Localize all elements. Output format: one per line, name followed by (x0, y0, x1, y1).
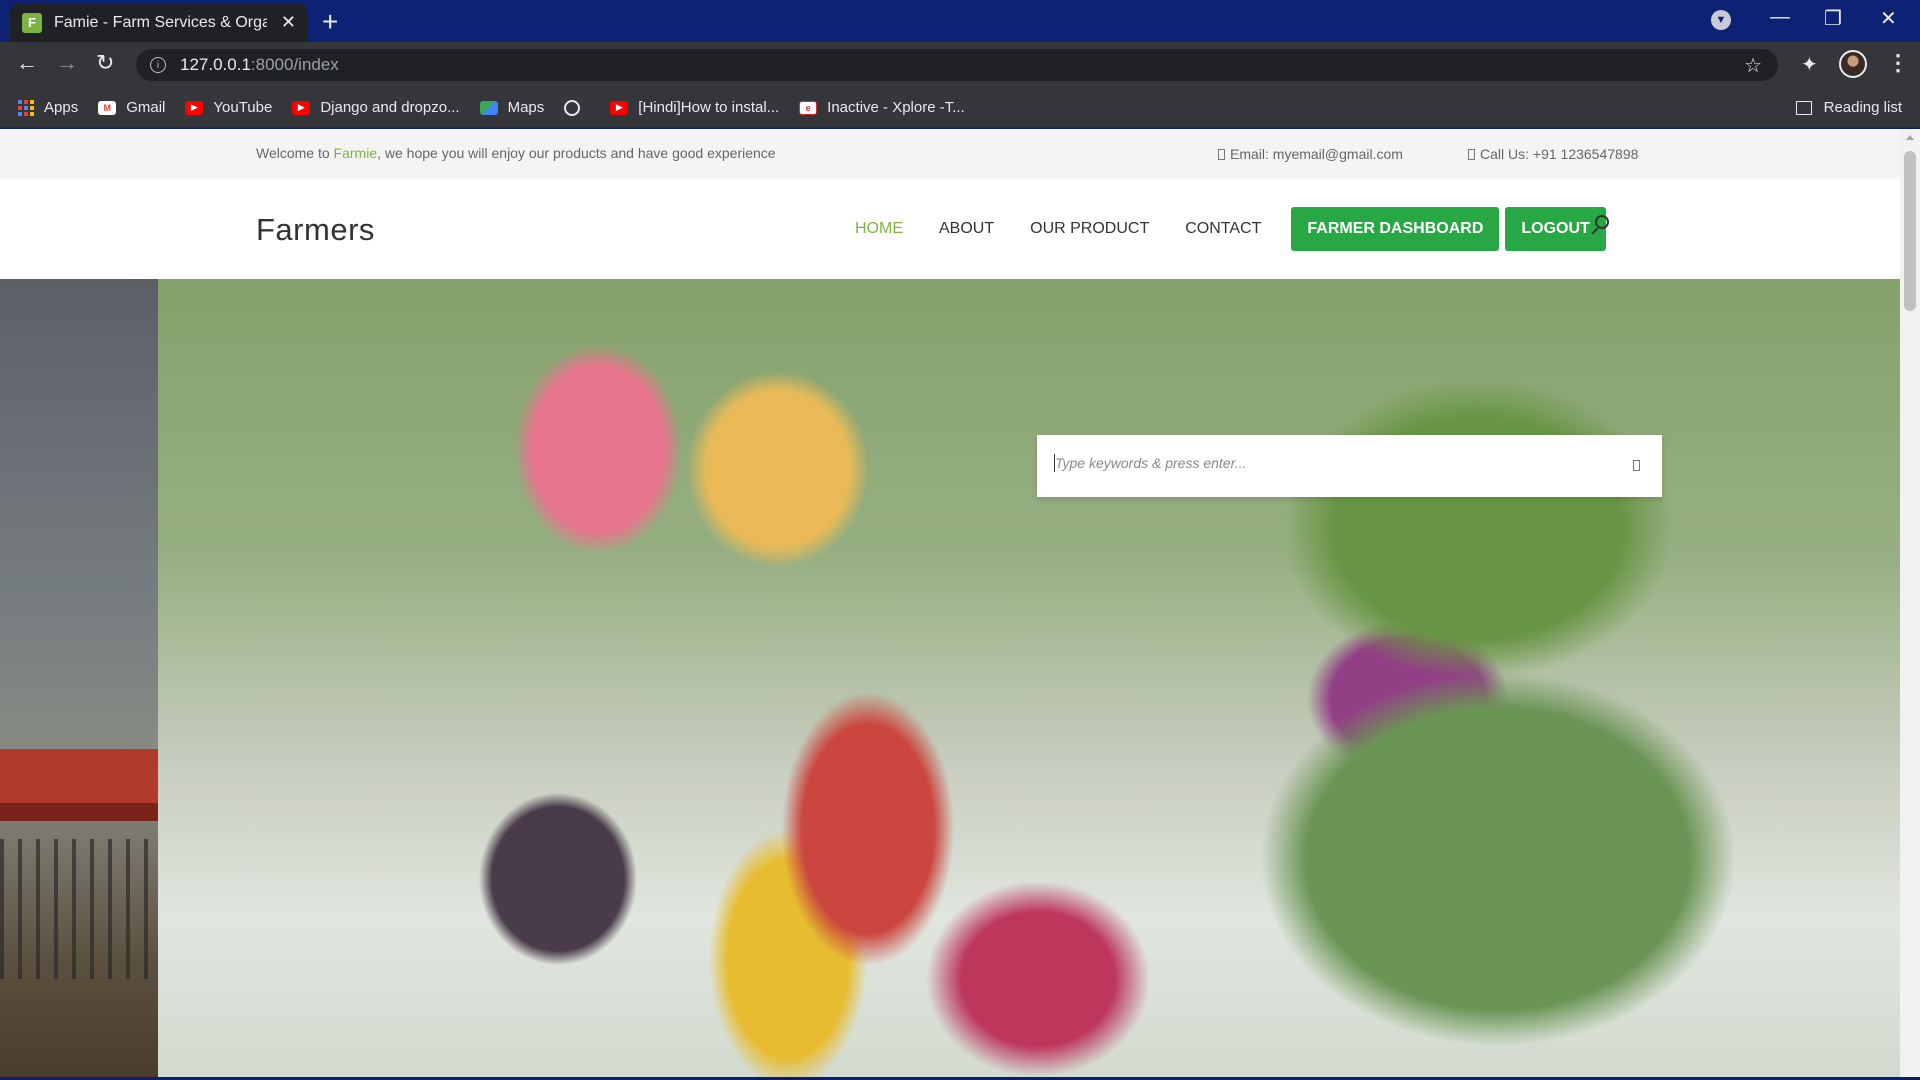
bookmark-label: Inactive - Xplore -T... (827, 99, 965, 116)
envelope-icon (1218, 149, 1225, 160)
scroll-thumb[interactable] (1904, 151, 1916, 311)
bookmark-django[interactable]: ▶ Django and dropzo... (292, 99, 460, 116)
email-text: Email: myemail@gmail.com (1230, 146, 1403, 162)
bookmark-xplore[interactable]: e Inactive - Xplore -T... (799, 99, 965, 116)
minimize-icon[interactable]: — (1770, 6, 1790, 29)
brand-link[interactable]: Farmie (334, 145, 378, 161)
reading-list-label: Reading list (1823, 99, 1902, 116)
search-submit-icon[interactable] (1633, 460, 1640, 471)
page-viewport: Welcome to Farmie, we hope you will enjo… (0, 129, 1900, 1077)
browser-titlebar: F Famie - Farm Services & Organic ✕ + ▼ … (0, 0, 1920, 42)
welcome-suffix: , we hope you will enjoy our products an… (377, 145, 776, 161)
new-tab-icon[interactable]: + (322, 6, 338, 38)
globe-icon (564, 99, 581, 116)
welcome-prefix: Welcome to (256, 145, 334, 161)
url-path: :8000/index (250, 55, 339, 74)
bookmark-label: [Hindi]How to instal... (638, 99, 780, 116)
extensions-icon[interactable]: ✦ (1801, 52, 1818, 77)
youtube-icon: ▶ (292, 100, 311, 115)
bookmark-hindi[interactable]: ▶ [Hindi]How to instal... (610, 99, 779, 116)
farmer-dashboard-button[interactable]: FARMER DASHBOARD (1291, 207, 1500, 251)
bookmark-label: YouTube (213, 99, 273, 116)
top-info-bar: Welcome to Farmie, we hope you will enjo… (0, 129, 1900, 179)
bookmark-gmail[interactable]: M Gmail (98, 99, 165, 116)
search-icon[interactable] (1590, 215, 1612, 237)
tab-search-icon[interactable]: ▼ (1711, 10, 1731, 30)
bookmark-label: Apps (44, 99, 79, 116)
youtube-icon: ▶ (610, 100, 629, 115)
reading-list-button[interactable]: Reading list (1795, 99, 1902, 116)
main-nav: HOME ABOUT OUR PRODUCT CONTACT FARMER DA… (855, 179, 1612, 279)
search-panel (1037, 435, 1662, 497)
browser-tab[interactable]: F Famie - Farm Services & Organic ✕ (10, 3, 308, 42)
nav-contact[interactable]: CONTACT (1185, 220, 1261, 238)
bookmark-label: Django and dropzo... (320, 99, 460, 116)
window-close-icon[interactable]: ✕ (1880, 6, 1897, 31)
address-bar[interactable]: i 127.0.0.1:8000/index ☆ (136, 49, 1778, 81)
contact-phone[interactable]: Call Us: +91 1236547898 (1468, 146, 1638, 162)
nav-home[interactable]: HOME (855, 220, 903, 238)
site-header: Farmers HOME ABOUT OUR PRODUCT CONTACT F… (0, 179, 1900, 279)
phone-icon (1468, 149, 1475, 160)
nav-our-product[interactable]: OUR PRODUCT (1030, 220, 1149, 238)
gmail-icon: M (98, 100, 117, 115)
bookmark-apps[interactable]: Apps (18, 99, 78, 116)
youtube-icon: ▶ (185, 100, 204, 115)
tab-title: Famie - Farm Services & Organic (54, 13, 267, 31)
scroll-up-icon[interactable] (1906, 135, 1914, 140)
bookmark-label: Maps (507, 99, 545, 116)
page-scrollbar[interactable] (1900, 129, 1920, 1077)
xplore-icon: e (799, 100, 818, 115)
bookmark-youtube[interactable]: ▶ YouTube (185, 99, 272, 116)
hero-slider (0, 279, 1900, 1077)
site-favicon-icon: F (22, 12, 42, 33)
profile-avatar[interactable] (1839, 50, 1867, 78)
bookmark-label: Gmail (126, 99, 166, 116)
apps-grid-icon (18, 99, 34, 116)
contact-email[interactable]: Email: myemail@gmail.com (1218, 146, 1403, 162)
site-info-icon[interactable]: i (150, 57, 166, 73)
bookmark-globe[interactable] (564, 99, 590, 116)
forward-icon[interactable]: → (56, 50, 78, 76)
maps-icon (479, 100, 498, 115)
site-logo[interactable]: Farmers (256, 212, 375, 248)
welcome-message: Welcome to Farmie, we hope you will enjo… (256, 145, 776, 161)
browser-menu-icon[interactable]: ⋮ (1887, 50, 1909, 76)
bookmark-maps[interactable]: Maps (479, 99, 545, 116)
phone-text: Call Us: +91 1236547898 (1480, 146, 1639, 162)
browser-toolbar: ← → ↻ i 127.0.0.1:8000/index ☆ ✦ ⋮ (0, 42, 1920, 88)
url-host: 127.0.0.1 (180, 55, 251, 74)
search-input[interactable] (1055, 455, 1615, 471)
tab-close-icon[interactable]: ✕ (281, 12, 296, 33)
nav-about[interactable]: ABOUT (939, 220, 994, 238)
reload-icon[interactable]: ↻ (96, 50, 114, 76)
bookmarks-bar: Apps M Gmail ▶ YouTube ▶ Django and drop… (0, 88, 1920, 128)
reading-list-icon (1795, 100, 1812, 115)
bookmark-star-icon[interactable]: ☆ (1744, 53, 1762, 78)
hero-previous-slide-image (0, 279, 158, 1077)
back-icon[interactable]: ← (16, 50, 38, 76)
restore-icon[interactable]: ❐ (1824, 6, 1842, 31)
